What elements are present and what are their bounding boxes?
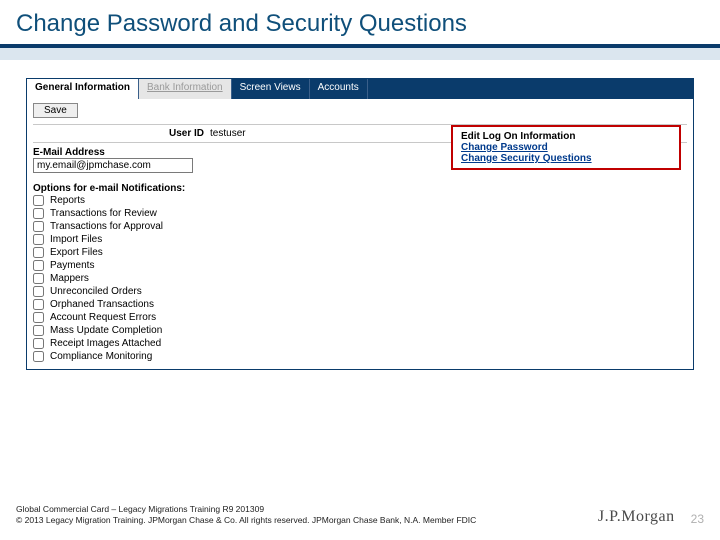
option-checkbox[interactable] bbox=[33, 260, 44, 271]
option-row: Mass Update Completion bbox=[33, 324, 323, 337]
option-checkbox[interactable] bbox=[33, 312, 44, 323]
option-label: Receipt Images Attached bbox=[50, 338, 161, 349]
option-label: Reports bbox=[50, 195, 85, 206]
page-number: 23 bbox=[691, 512, 704, 526]
panel-inner: Save User ID testuser Name users, test E… bbox=[27, 99, 693, 369]
tab-screen-views[interactable]: Screen Views bbox=[232, 79, 310, 99]
option-label: Transactions for Approval bbox=[50, 221, 163, 232]
change-password-link[interactable]: Change Password bbox=[461, 142, 671, 153]
content-area: General Information Bank Information Scr… bbox=[0, 60, 720, 370]
tab-bank-information[interactable]: Bank Information bbox=[139, 79, 232, 99]
app-frame: General Information Bank Information Scr… bbox=[26, 78, 694, 370]
option-row: Orphaned Transactions bbox=[33, 298, 323, 311]
option-row: Import Files bbox=[33, 233, 323, 246]
option-checkbox[interactable] bbox=[33, 325, 44, 336]
slide: Change Password and Security Questions G… bbox=[0, 0, 720, 540]
option-checkbox[interactable] bbox=[33, 221, 44, 232]
option-checkbox[interactable] bbox=[33, 273, 44, 284]
option-row: Receipt Images Attached bbox=[33, 337, 323, 350]
divider-light bbox=[0, 48, 720, 60]
logon-box: Edit Log On Information Change Password … bbox=[451, 125, 681, 170]
option-row: Compliance Monitoring bbox=[33, 350, 323, 363]
email-field[interactable] bbox=[33, 158, 193, 173]
option-row: Transactions for Review bbox=[33, 207, 323, 220]
options-title: Options for e-mail Notifications: bbox=[33, 183, 323, 194]
user-id-label: User ID bbox=[169, 128, 204, 139]
right-column: Edit Log On Information Change Password … bbox=[333, 147, 687, 363]
option-checkbox[interactable] bbox=[33, 195, 44, 206]
option-row: Mappers bbox=[33, 272, 323, 285]
option-label: Compliance Monitoring bbox=[50, 351, 152, 362]
option-checkbox[interactable] bbox=[33, 351, 44, 362]
left-column: E-Mail Address Options for e-mail Notifi… bbox=[33, 147, 323, 363]
tab-accounts[interactable]: Accounts bbox=[310, 79, 368, 99]
mid-columns: E-Mail Address Options for e-mail Notifi… bbox=[33, 143, 687, 363]
option-checkbox[interactable] bbox=[33, 286, 44, 297]
option-row: Payments bbox=[33, 259, 323, 272]
save-button[interactable]: Save bbox=[33, 103, 78, 118]
slide-title: Change Password and Security Questions bbox=[16, 10, 704, 38]
option-row: Transactions for Approval bbox=[33, 220, 323, 233]
jpmorgan-logo: J.P.Morgan bbox=[598, 508, 675, 526]
option-checkbox[interactable] bbox=[33, 299, 44, 310]
option-label: Import Files bbox=[50, 234, 102, 245]
option-row: Unreconciled Orders bbox=[33, 285, 323, 298]
footer: Global Commercial Card – Legacy Migratio… bbox=[0, 504, 720, 526]
option-checkbox[interactable] bbox=[33, 234, 44, 245]
options-list: Reports Transactions for Review Transactio… bbox=[33, 194, 323, 363]
option-label: Orphaned Transactions bbox=[50, 299, 154, 310]
option-label: Export Files bbox=[50, 247, 103, 258]
option-label: Unreconciled Orders bbox=[50, 286, 142, 297]
option-label: Account Request Errors bbox=[50, 312, 156, 323]
logon-box-title: Edit Log On Information bbox=[461, 131, 671, 142]
option-checkbox[interactable] bbox=[33, 338, 44, 349]
option-checkbox[interactable] bbox=[33, 208, 44, 219]
option-row: Reports bbox=[33, 194, 323, 207]
footer-text: Global Commercial Card – Legacy Migratio… bbox=[16, 504, 476, 526]
email-label: E-Mail Address bbox=[33, 147, 323, 158]
footer-line2: © 2013 Legacy Migration Training. JPMorg… bbox=[16, 515, 476, 526]
option-row: Export Files bbox=[33, 246, 323, 259]
option-label: Mappers bbox=[50, 273, 89, 284]
option-label: Transactions for Review bbox=[50, 208, 157, 219]
user-id-value: testuser bbox=[210, 128, 246, 139]
option-checkbox[interactable] bbox=[33, 247, 44, 258]
tab-general-information[interactable]: General Information bbox=[27, 79, 139, 99]
footer-line1: Global Commercial Card – Legacy Migratio… bbox=[16, 504, 476, 515]
change-security-questions-link[interactable]: Change Security Questions bbox=[461, 153, 671, 164]
slide-title-bar: Change Password and Security Questions bbox=[0, 0, 720, 44]
option-label: Payments bbox=[50, 260, 94, 271]
option-row: Account Request Errors bbox=[33, 311, 323, 324]
tab-row: General Information Bank Information Scr… bbox=[27, 79, 693, 99]
option-label: Mass Update Completion bbox=[50, 325, 162, 336]
